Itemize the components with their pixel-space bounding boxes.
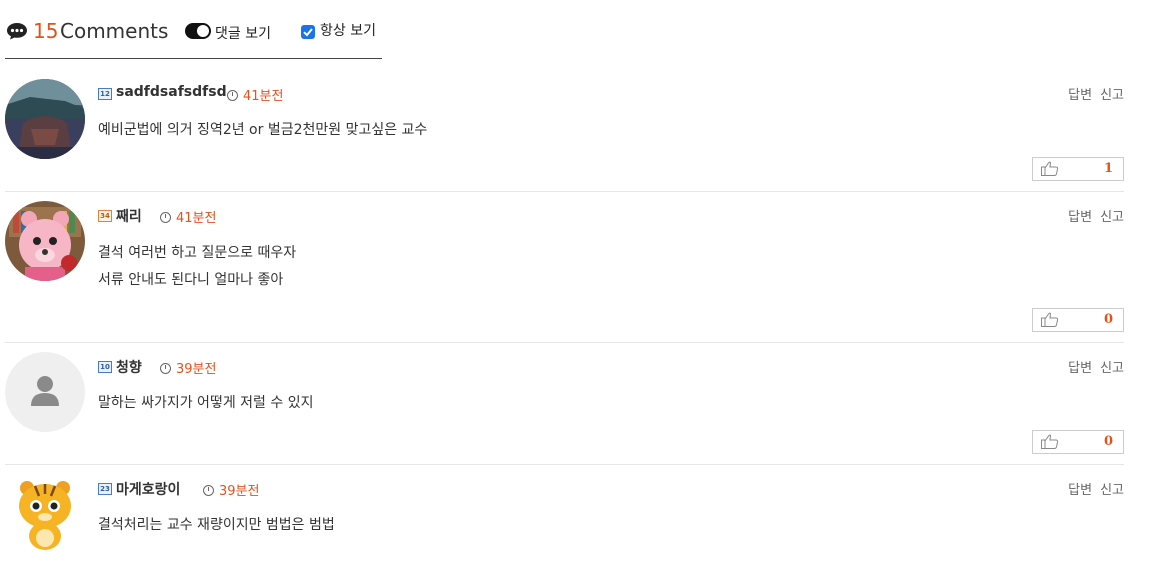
clock-icon	[160, 212, 171, 223]
like-button[interactable]: 1	[1032, 157, 1124, 181]
comment-body: 예비군법에 의거 징역2년 or 벌금2천만원 맞고싶은 교수	[98, 117, 427, 144]
username[interactable]: 마게호랑이	[116, 479, 180, 499]
comments-header: 15 Comments 댓글 보기 항상 보기	[5, 14, 382, 59]
time-text: 41분전	[176, 211, 217, 226]
like-count: 0	[1103, 434, 1113, 449]
comments-label: Comments	[60, 19, 169, 43]
report-button[interactable]: 신고	[1100, 361, 1124, 376]
comment-item: 12 sadfdsafsdfsd 41분전 답변 신고 예비군법에 의거 징역2년…	[5, 79, 1124, 192]
report-button[interactable]: 신고	[1100, 210, 1124, 225]
time-text: 39분전	[219, 484, 260, 499]
reply-button[interactable]: 답변	[1068, 361, 1092, 376]
time-text: 39분전	[176, 362, 217, 377]
show-comments-label: 댓글 보기	[215, 26, 271, 42]
report-button[interactable]: 신고	[1100, 483, 1124, 498]
like-button[interactable]: 0	[1032, 308, 1124, 332]
thumbs-up-icon	[1041, 161, 1059, 176]
show-comments-toggle[interactable]	[185, 23, 211, 39]
comment-actions: 답변 신고	[1068, 84, 1124, 103]
like-count: 0	[1103, 312, 1113, 327]
speech-bubble-icon	[7, 23, 27, 40]
comment-actions: 답변 신고	[1068, 206, 1124, 225]
timestamp: 41분전	[227, 85, 283, 104]
comment-actions: 답변 신고	[1068, 479, 1124, 498]
comment-line: 서류 안내도 된다니 얼마나 좋아	[98, 272, 284, 288]
clock-icon	[160, 363, 171, 374]
timestamp: 39분전	[203, 480, 259, 499]
always-show-label: 항상 보기	[320, 23, 376, 39]
user-avatar[interactable]	[5, 352, 85, 432]
reply-button[interactable]: 답변	[1068, 210, 1092, 225]
clock-icon	[203, 485, 214, 496]
username[interactable]: sadfdsafsdfsd	[116, 84, 227, 100]
comment-line: 말하는 싸가지가 어떻게 저럴 수 있지	[98, 395, 314, 411]
like-count: 1	[1103, 161, 1113, 176]
default-user-icon	[31, 376, 59, 406]
timestamp: 41분전	[160, 207, 216, 226]
comment-count: 15	[33, 19, 59, 43]
timestamp: 39분전	[160, 358, 216, 377]
comment-item: 34 째리 41분전 답변 신고 결석 여러번 하고 질문으로 때우자 서류 안내…	[5, 201, 1124, 343]
thumbs-up-icon	[1041, 312, 1059, 327]
comment-body: 결석 여러번 하고 질문으로 때우자 서류 안내도 된다니 얼마나 좋아	[98, 240, 296, 294]
comment-item: 10 청향 39분전 답변 신고 말하는 싸가지가 어떻게 저럴 수 있지 0	[5, 352, 1124, 465]
reply-button[interactable]: 답변	[1068, 88, 1092, 103]
clock-icon	[227, 90, 238, 101]
report-button[interactable]: 신고	[1100, 88, 1124, 103]
comment-item: 23 마게호랑이 39분전 답변 신고 결석처리는 교수 재량이지만 범법은 범법	[5, 474, 1124, 563]
checkmark-icon	[303, 28, 313, 37]
level-badge: 23	[98, 483, 112, 495]
level-badge: 12	[98, 88, 112, 100]
comment-line: 예비군법에 의거 징역2년 or 벌금2천만원 맞고싶은 교수	[98, 122, 428, 138]
level-badge: 34	[98, 210, 112, 222]
comment-body: 결석처리는 교수 재량이지만 범법은 범법	[98, 512, 335, 539]
user-avatar[interactable]	[5, 201, 85, 281]
comment-body: 말하는 싸가지가 어떻게 저럴 수 있지	[98, 390, 313, 417]
level-badge: 10	[98, 361, 112, 373]
time-text: 41분전	[243, 89, 284, 104]
comment-line: 결석 여러번 하고 질문으로 때우자	[98, 245, 297, 261]
comment-actions: 답변 신고	[1068, 357, 1124, 376]
reply-button[interactable]: 답변	[1068, 483, 1092, 498]
username[interactable]: 청향	[116, 357, 142, 377]
username[interactable]: 째리	[116, 206, 142, 226]
toggle-knob	[197, 25, 209, 37]
comment-line: 결석처리는 교수 재량이지만 범법은 범법	[98, 517, 335, 533]
user-avatar[interactable]	[5, 474, 85, 554]
user-avatar[interactable]	[5, 79, 85, 159]
thumbs-up-icon	[1041, 434, 1059, 449]
like-button[interactable]: 0	[1032, 430, 1124, 454]
always-show-checkbox[interactable]	[301, 25, 315, 39]
